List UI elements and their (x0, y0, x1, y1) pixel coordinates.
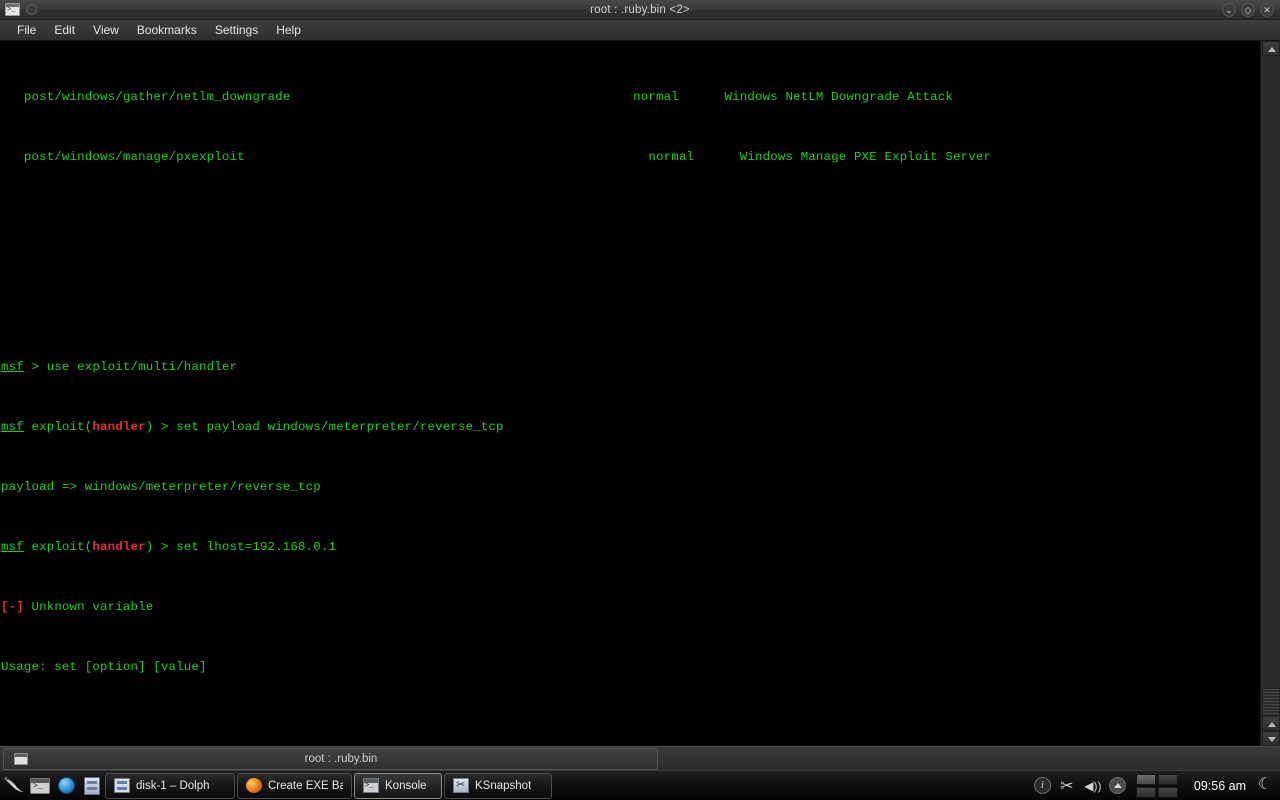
terminal-line-prompt-setlhost-eq: msf exploit(handler) > set lhost=192.168… (0, 540, 1260, 555)
terminal-icon (14, 752, 28, 765)
taskbar-window-label: Create EXE Ba (268, 779, 343, 792)
ksnapshot-icon (453, 778, 469, 793)
module-name: handler (92, 420, 146, 434)
tab-root-ruby-bin[interactable]: root : .ruby.bin (3, 747, 658, 770)
menu-view[interactable]: View (84, 21, 128, 39)
scroll-down-arrow-icon[interactable] (1261, 731, 1280, 746)
kali-menu-icon[interactable] (2, 774, 26, 798)
scrollbar-thumb[interactable] (1261, 688, 1280, 716)
terminal-line-usage: Usage: set [option] [value] (0, 660, 1260, 675)
pager-desktop-1[interactable] (1135, 773, 1156, 785)
menu-bookmarks[interactable]: Bookmarks (128, 21, 206, 39)
taskbar-window-ksnapshot[interactable]: KSnapshot (444, 772, 552, 799)
menu-file[interactable]: File (8, 21, 45, 39)
clock[interactable]: 09:56 am (1188, 779, 1252, 793)
moon-icon[interactable] (1258, 774, 1276, 795)
klipper-icon[interactable]: ✂ (1057, 776, 1077, 796)
terminal-output-area[interactable]: post/windows/gather/netlm_downgrade norm… (0, 41, 1280, 746)
window-title: root : .ruby.bin <2> (590, 3, 690, 16)
menu-edit[interactable]: Edit (45, 21, 84, 39)
browser-icon[interactable] (54, 774, 78, 798)
minimize-button[interactable]: ⌄ (1222, 2, 1236, 17)
window-menu-icon[interactable] (26, 4, 37, 15)
exploit-prefix: exploit( (23, 420, 93, 434)
taskbar-window-dolphin[interactable]: disk-1 – Dolph (105, 772, 235, 799)
taskbar-window-label: Konsole (385, 779, 427, 792)
terminal-line-prompt-use: msf > use exploit/multi/handler (0, 360, 1260, 375)
terminal-line-echo-payload: payload => windows/meterpreter/reverse_t… (0, 480, 1260, 495)
msf-prompt: msf (1, 360, 24, 374)
echo-text: payload => windows/meterpreter/reverse_t… (1, 480, 321, 494)
terminal-scrollbar[interactable] (1260, 41, 1280, 746)
scrollbar-track[interactable] (1261, 56, 1280, 688)
terminal-icon (5, 3, 20, 16)
module-description: Windows NetLM Downgrade Attack (724, 90, 953, 104)
command-text: > set payload windows/meterpreter/revers… (153, 420, 504, 434)
maximize-button[interactable]: ◇ (1241, 2, 1255, 17)
menu-help[interactable]: Help (267, 21, 310, 39)
titlebar-icons (0, 3, 37, 16)
terminal-line-prompt-setpayload: msf exploit(handler) > set payload windo… (0, 420, 1260, 435)
desktop: root : .ruby.bin <2> ⌄ ◇ ✕ File Edit Vie… (0, 0, 1280, 800)
terminal-tabbar: root : .ruby.bin (0, 746, 1280, 770)
error-message: Unknown variable (23, 600, 154, 614)
taskbar: disk-1 – Dolph Create EXE Ba Konsole KSn… (0, 770, 1280, 800)
konsole-icon (363, 778, 379, 793)
msf-prompt: msf (1, 420, 24, 434)
quick-launch-area (0, 774, 104, 798)
desktop-pager[interactable] (1135, 773, 1178, 798)
module-name: handler (92, 540, 146, 554)
info-icon[interactable]: i (1033, 777, 1051, 794)
menu-settings[interactable]: Settings (206, 21, 267, 39)
terminal-line: post/windows/manage/pxexploit normal Win… (0, 150, 1260, 165)
terminal-icon[interactable] (28, 774, 52, 798)
window-controls: ⌄ ◇ ✕ (1222, 2, 1280, 17)
firefox-icon (246, 778, 262, 793)
module-rank: normal (633, 90, 679, 104)
pager-desktop-3[interactable] (1135, 786, 1156, 798)
error-badge: [-] (1, 600, 24, 614)
taskbar-window-label: disk-1 – Dolph (136, 779, 210, 792)
terminal-text: post/windows/gather/netlm_downgrade norm… (0, 45, 1260, 746)
window-titlebar[interactable]: root : .ruby.bin <2> ⌄ ◇ ✕ (0, 0, 1280, 20)
system-tray: i ✂ ◀)) 09:56 am (1033, 773, 1280, 798)
taskbar-window-label: KSnapshot (475, 779, 532, 792)
pager-desktop-2[interactable] (1157, 773, 1178, 785)
menubar: File Edit View Bookmarks Settings Help (0, 20, 1280, 41)
command-text: > use exploit/multi/handler (23, 360, 238, 374)
module-rank: normal (648, 150, 695, 164)
window-list: disk-1 – Dolph Create EXE Ba Konsole KSn… (104, 772, 553, 799)
dolphin-icon (114, 778, 130, 793)
module-description: Windows Manage PXE Exploit Server (739, 150, 992, 164)
exploit-prefix: exploit( (23, 540, 93, 554)
pager-desktop-4[interactable] (1157, 786, 1178, 798)
tab-label: root : .ruby.bin (304, 752, 378, 765)
file-manager-icon[interactable] (80, 774, 104, 798)
scroll-up-arrow-icon-bottom[interactable] (1261, 716, 1280, 731)
module-path: post/windows/gather/netlm_downgrade (23, 90, 291, 104)
module-path: post/windows/manage/pxexploit (23, 150, 245, 164)
msf-prompt: msf (1, 540, 24, 554)
terminal-line-error: [-] Unknown variable (0, 600, 1260, 615)
terminal-line: post/windows/gather/netlm_downgrade norm… (0, 90, 1260, 105)
scroll-up-arrow-icon[interactable] (1261, 41, 1280, 56)
command-text: > set lhost=192.168.0.1 (153, 540, 337, 554)
volume-icon[interactable]: ◀)) (1083, 776, 1103, 796)
taskbar-window-firefox[interactable]: Create EXE Ba (237, 772, 352, 799)
close-button[interactable]: ✕ (1260, 2, 1274, 17)
show-hidden-icons-icon[interactable] (1108, 777, 1126, 794)
taskbar-window-konsole[interactable]: Konsole (354, 772, 442, 799)
usage-text: Usage: set [option] [value] (1, 660, 207, 674)
